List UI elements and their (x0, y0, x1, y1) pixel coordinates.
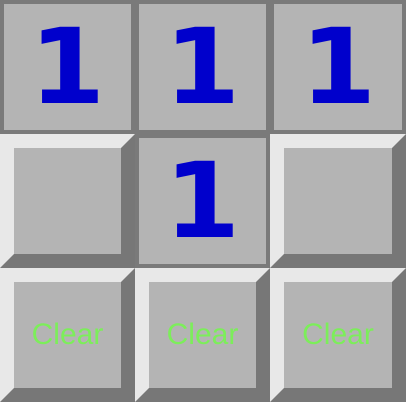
cell-r3-c3[interactable]: Clear (270, 268, 406, 402)
cell-number: 1 (164, 140, 241, 262)
cell-r1-c2[interactable]: 1 (135, 0, 270, 134)
cell-r2-c3[interactable] (270, 134, 406, 268)
cell-r2-c1[interactable] (0, 134, 135, 268)
clear-label: Clear (302, 318, 374, 351)
cell-number: 1 (29, 6, 106, 128)
clear-label: Clear (31, 318, 104, 351)
cell-r3-c2[interactable]: Clear (135, 268, 270, 402)
cell-number: 1 (164, 6, 241, 128)
cell-r1-c3[interactable]: 1 (270, 0, 406, 134)
cell-r1-c1[interactable]: 1 (0, 0, 135, 134)
clear-label: Clear (166, 318, 239, 351)
cell-number: 1 (300, 6, 376, 128)
cell-r2-c2[interactable]: 1 (135, 134, 270, 268)
minesweeper-board: 1 1 1 1 Clear Clear Clear (0, 0, 406, 402)
cell-r3-c1[interactable]: Clear (0, 268, 135, 402)
